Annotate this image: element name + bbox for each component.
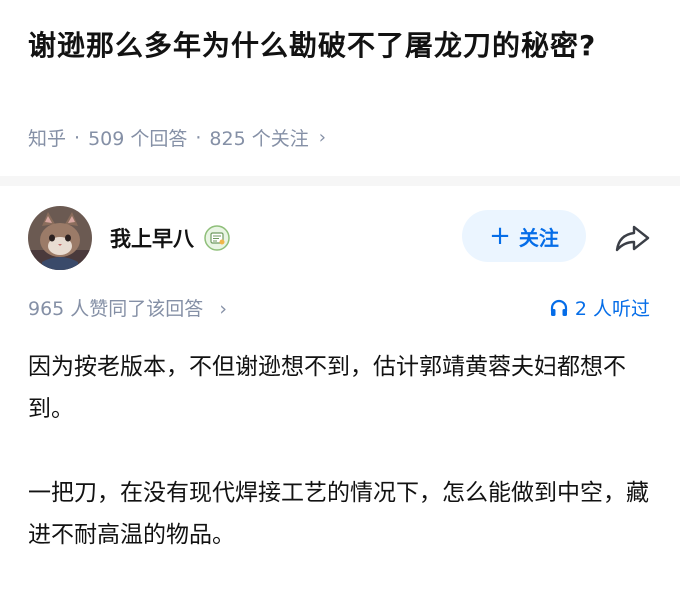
answer-content: 因为按老版本，不但谢逊想不到，估计郭靖黄蓉夫妇都想不到。 一把刀，在没有现代焊接… xyxy=(28,346,656,556)
follow-button[interactable]: + 关注 xyxy=(462,210,586,262)
author-name[interactable]: 我上早八 xyxy=(110,223,194,253)
approval-text: 965 人赞同了该回答 xyxy=(28,298,204,320)
share-icon xyxy=(615,225,650,252)
answer-paragraph: 因为按老版本，不但谢逊想不到，估计郭靖黄蓉夫妇都想不到。 xyxy=(28,354,626,422)
meta-separator: · xyxy=(74,126,81,149)
share-button[interactable] xyxy=(612,218,652,258)
chevron-right-icon: › xyxy=(219,298,227,320)
answer-paragraph: 一把刀，在没有现代焊接工艺的情况下，怎么能做到中空，藏进不耐高温的物品。 xyxy=(28,480,649,548)
listen-count: 2 人听过 xyxy=(574,298,650,320)
headphones-icon xyxy=(550,299,567,316)
author-row: 我上早八 + 关注 xyxy=(28,204,658,272)
answer-count: 509 个回答 xyxy=(88,128,188,150)
listen-button[interactable]: 2 人听过 xyxy=(549,294,650,321)
plus-icon: + xyxy=(489,221,511,251)
follow-label: 关注 xyxy=(518,225,559,250)
cat-avatar-icon[interactable] xyxy=(28,206,92,270)
question-meta[interactable]: 知乎 · 509 个回答 · 825 个关注 › xyxy=(28,124,326,151)
meta-separator: · xyxy=(195,126,202,149)
chevron-right-icon: › xyxy=(318,127,326,148)
source-label: 知乎 xyxy=(28,128,67,150)
answer-page: 谢逊那么多年为什么勘破不了屠龙刀的秘密? 知乎 · 509 个回答 · 825 … xyxy=(0,0,680,594)
question-title[interactable]: 谢逊那么多年为什么勘破不了屠龙刀的秘密? xyxy=(28,24,638,68)
follower-count: 825 个关注 xyxy=(209,128,309,150)
section-divider xyxy=(0,176,680,186)
approval-count[interactable]: 965 人赞同了该回答 › xyxy=(28,294,227,321)
certified-badge-icon xyxy=(204,225,230,251)
